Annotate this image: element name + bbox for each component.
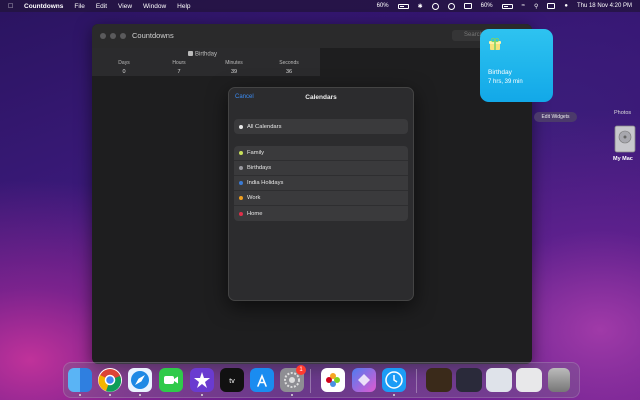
battery-percent-b: 60% — [480, 3, 493, 9]
running-indicator — [291, 394, 293, 396]
running-indicator — [201, 394, 203, 396]
menu-help[interactable]: Help — [177, 3, 190, 10]
cancel-button[interactable]: Cancel — [235, 94, 254, 100]
widget-time: 7 hrs, 39 min — [488, 79, 523, 85]
hard-drive-icon[interactable] — [614, 125, 636, 153]
svg-text:tv: tv — [229, 378, 235, 385]
calendar-row-home[interactable]: Home — [234, 206, 408, 221]
trash-icon[interactable] — [548, 368, 570, 392]
window-title: Countdowns — [132, 31, 174, 40]
apple-menu-icon[interactable]:  — [8, 3, 18, 10]
zoom-button[interactable] — [120, 33, 126, 39]
recent-window-thumbnail-3[interactable] — [486, 368, 512, 392]
battery-percent-a: 60% — [376, 3, 389, 9]
calendar-dot-icon — [239, 181, 243, 185]
chrome-icon[interactable] — [98, 368, 122, 392]
running-indicator — [139, 394, 141, 396]
wifi-icon[interactable]: ≈ — [522, 3, 525, 9]
recent-window-thumbnail-2[interactable] — [456, 368, 482, 392]
title-bar: Countdowns Search — [92, 24, 532, 48]
calendar-row-india-holidays[interactable]: India Holidays — [234, 176, 408, 191]
countdown-minutes: Minutes 39 — [225, 60, 243, 75]
birthday-widget[interactable]: Birthday 7 hrs, 39 min — [480, 29, 553, 102]
dock-separator — [416, 369, 417, 393]
running-indicator — [79, 394, 81, 396]
menu-file[interactable]: File — [74, 3, 84, 10]
calendars-list: Family Birthdays India Holidays Work Hom… — [234, 146, 408, 221]
countdown-card[interactable]: Birthday Days 0 Hours 7 Minutes 39 Seconds 3… — [92, 48, 320, 76]
shortcuts-icon[interactable] — [352, 368, 376, 392]
menu-view[interactable]: View — [118, 3, 132, 10]
menu-app-name[interactable]: Countdowns — [24, 3, 63, 10]
calendar-row-all[interactable]: All Calendars — [234, 119, 408, 134]
clock-icon[interactable] — [382, 368, 406, 392]
recent-window-thumbnail-4[interactable] — [516, 368, 542, 392]
my-mac-label[interactable]: My Mac — [613, 156, 633, 162]
appletv-icon[interactable]: tv — [220, 368, 244, 392]
all-calendars-group: All Calendars — [234, 119, 408, 134]
photos-desktop-label[interactable]: Photos — [614, 110, 631, 116]
calendar-dot-icon — [239, 124, 243, 129]
countdown-seconds: Seconds 36 — [279, 60, 299, 75]
appstore-icon[interactable] — [250, 368, 274, 392]
battery-icon-b[interactable] — [501, 3, 513, 9]
menu-window[interactable]: Window — [143, 3, 166, 10]
calendar-dot-icon — [239, 166, 243, 170]
menu-bar:  Countdowns File Edit View Window Help … — [0, 0, 640, 12]
running-indicator — [109, 394, 111, 396]
calendar-row-work[interactable]: Work — [234, 191, 408, 206]
bluetooth-icon[interactable]: ✱ — [418, 3, 423, 10]
countdown-days: Days 0 — [118, 60, 130, 75]
calendar-dot-icon — [239, 211, 243, 216]
battery-icon[interactable] — [397, 3, 409, 9]
finder-icon[interactable] — [68, 368, 92, 392]
photos-icon[interactable] — [321, 368, 345, 392]
close-button[interactable] — [100, 33, 106, 39]
dock-separator — [310, 369, 311, 393]
edit-widgets-button[interactable]: Edit Widgets — [534, 112, 577, 122]
spotlight-icon[interactable]: ⚲ — [534, 3, 538, 10]
safari-icon[interactable] — [128, 368, 152, 392]
notification-badge: 1 — [296, 365, 306, 375]
calendars-sheet: Cancel Calendars All Calendars Family Bi… — [228, 87, 414, 301]
countdown-hours: Hours 7 — [172, 60, 186, 75]
alert-icon[interactable] — [431, 2, 439, 10]
running-indicator — [393, 394, 395, 396]
countdown-title: Birthday — [188, 51, 217, 58]
widget-title: Birthday — [488, 69, 512, 76]
countdown-name: Birthday — [195, 51, 218, 58]
imovie-icon[interactable] — [190, 368, 214, 392]
screen-record-icon[interactable] — [447, 2, 455, 10]
facetime-icon[interactable] — [159, 368, 183, 392]
recent-window-thumbnail-1[interactable] — [426, 368, 452, 392]
calendar-dot-icon — [239, 151, 243, 155]
calendar-row-family[interactable]: Family — [234, 146, 408, 161]
control-center-icon[interactable] — [547, 3, 556, 9]
sheet-title: Calendars — [305, 94, 337, 101]
calendar-row-birthdays[interactable]: Birthdays — [234, 161, 408, 176]
gift-icon — [188, 51, 193, 56]
display-icon[interactable] — [463, 3, 472, 9]
minimize-button[interactable] — [110, 33, 116, 39]
gift-icon — [489, 37, 501, 50]
calendar-dot-icon — [239, 196, 243, 200]
siri-icon[interactable]: ● — [564, 3, 568, 9]
menu-edit[interactable]: Edit — [96, 3, 107, 10]
dock: tv 1 — [63, 362, 580, 398]
clock-text[interactable]: Thu 18 Nov 4:20 PM — [577, 3, 632, 9]
